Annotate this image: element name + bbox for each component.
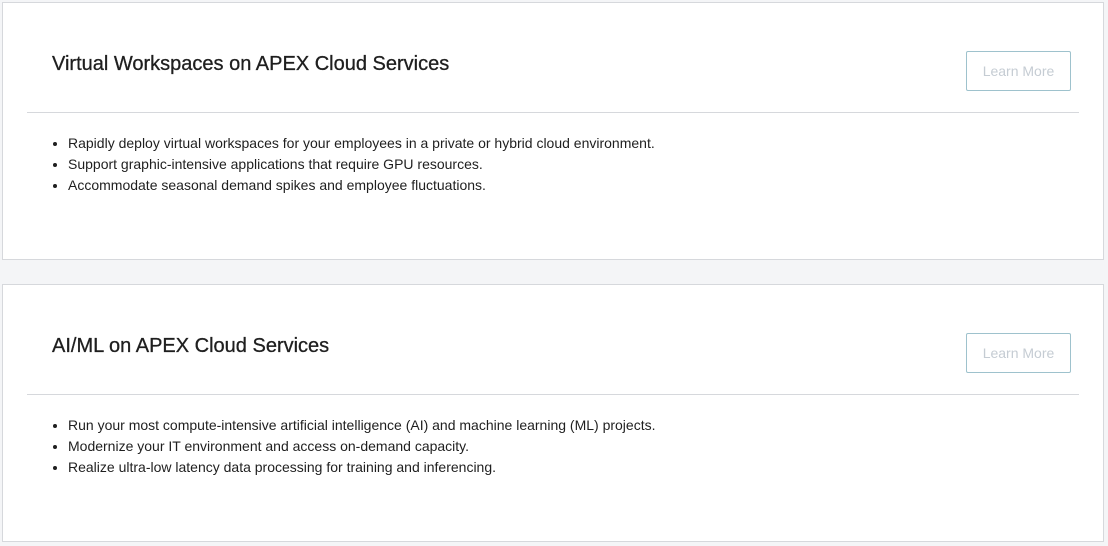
- list-item: Rapidly deploy virtual workspaces for yo…: [68, 133, 655, 154]
- learn-more-button[interactable]: Learn More: [966, 51, 1071, 91]
- card-title: AI/ML on APEX Cloud Services: [52, 335, 330, 357]
- feature-list: Rapidly deploy virtual workspaces for yo…: [51, 133, 655, 196]
- feature-list: Run your most compute-intensive artifici…: [51, 415, 655, 478]
- learn-more-button[interactable]: Learn More: [966, 333, 1071, 373]
- card-header: AI/ML on APEX Cloud Services Learn More: [27, 285, 1079, 395]
- solution-card-virtual-workspaces: Virtual Workspaces on APEX Cloud Service…: [2, 2, 1104, 260]
- list-item: Realize ultra-low latency data processin…: [68, 457, 655, 478]
- card-header: Virtual Workspaces on APEX Cloud Service…: [27, 3, 1079, 113]
- list-item: Support graphic-intensive applications t…: [68, 154, 655, 175]
- list-item: Modernize your IT environment and access…: [68, 436, 655, 457]
- list-item: Accommodate seasonal demand spikes and e…: [68, 175, 655, 196]
- list-item: Run your most compute-intensive artifici…: [68, 415, 655, 436]
- solution-card-ai-ml: AI/ML on APEX Cloud Services Learn More …: [2, 284, 1104, 542]
- card-title: Virtual Workspaces on APEX Cloud Service…: [52, 53, 450, 75]
